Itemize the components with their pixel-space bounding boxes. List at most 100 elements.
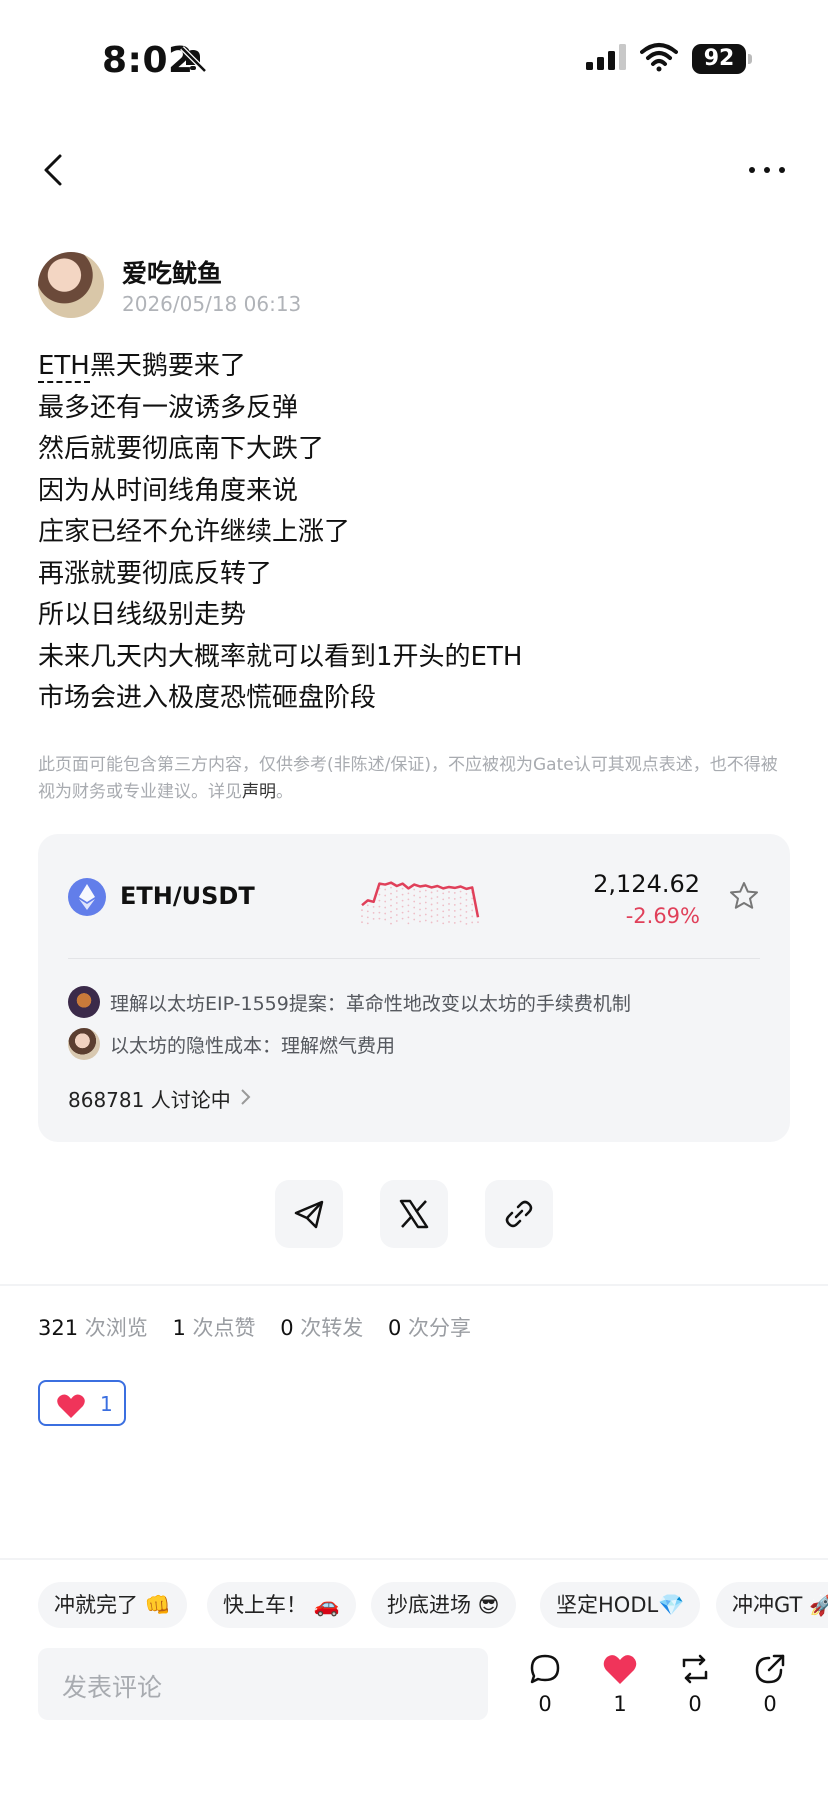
sparkline-fill-dot xyxy=(448,909,450,911)
sparkline-fill-dot xyxy=(384,900,387,903)
sparkline-fill-dot xyxy=(378,899,381,902)
sparkline-fill-dot xyxy=(413,888,416,891)
comment-placeholder: 发表评论 xyxy=(62,1673,163,1702)
quick-reply-chip[interactable]: 抄底进场 😎 xyxy=(371,1582,516,1628)
copy-link-button[interactable] xyxy=(485,1180,553,1248)
like-action[interactable]: 1 xyxy=(595,1652,645,1732)
back-icon[interactable] xyxy=(34,150,74,190)
share-telegram-button[interactable] xyxy=(275,1180,343,1248)
link-icon xyxy=(505,1200,533,1228)
sparkline-fill-dot xyxy=(395,896,398,898)
reposts-count: 0 xyxy=(280,1316,294,1340)
sparkline-fill-dot xyxy=(413,918,416,921)
sparkline-fill-dot xyxy=(395,908,398,910)
topic-title: 以太坊的隐性成本：理解燃气费用 xyxy=(110,1035,396,1057)
sparkline-fill-dot xyxy=(419,908,421,911)
author-header[interactable]: 爱吃鱿鱼 2026/05/18 06:13 xyxy=(38,252,798,320)
sparkline-fill-dot xyxy=(453,922,456,924)
share-x-button[interactable] xyxy=(380,1180,448,1248)
share-arrow-icon xyxy=(755,1654,785,1684)
heart-filled-icon xyxy=(603,1655,637,1684)
sparkline-fill-dot xyxy=(401,893,404,896)
likes-count: 1 xyxy=(172,1316,186,1340)
sparkline-fill-dot xyxy=(471,909,474,912)
sparkline-fill-dot xyxy=(424,913,427,916)
repost-action[interactable]: 0 xyxy=(670,1652,720,1732)
sparkline-fill-dot xyxy=(430,897,433,900)
like-chip-count: 1 xyxy=(100,1392,113,1416)
sparkline-fill-dot xyxy=(436,890,439,892)
sparkline-fill-dot xyxy=(378,893,381,896)
sparkline-fill-dot xyxy=(413,900,416,903)
sparkline-fill-dot xyxy=(459,896,462,899)
sparkline-fill-dot xyxy=(477,921,479,924)
sparkline-fill-dot xyxy=(407,904,410,907)
like-reaction-chip[interactable]: 1 xyxy=(38,1380,126,1426)
comment-action[interactable]: 0 xyxy=(520,1652,570,1732)
market-card[interactable]: ETH/USDT 2,124.62 -2.69% 理解以太坊EIP-1559提案… xyxy=(38,834,790,1142)
post-line-text: 黑天鹅要来了 xyxy=(89,351,246,381)
chevron-right-icon xyxy=(241,1089,251,1105)
sparkline-fill-dot xyxy=(407,922,410,925)
share-count: 0 xyxy=(763,1692,777,1716)
sparkline-fill-dot xyxy=(424,907,427,910)
sparkline-fill-dot xyxy=(471,921,474,924)
avatar[interactable] xyxy=(38,252,104,318)
more-icon[interactable] xyxy=(746,150,788,190)
sparkline-fill-dot xyxy=(384,918,387,921)
repost-count: 0 xyxy=(688,1692,702,1716)
favorite-star-icon[interactable] xyxy=(728,880,760,912)
sparkline-fill-dot xyxy=(436,902,439,904)
discussion-count[interactable]: 868781 人讨论中 xyxy=(68,1084,231,1113)
sparkline-fill-dot xyxy=(442,892,445,895)
sparkline-fill-dot xyxy=(413,912,416,915)
share-action[interactable]: 0 xyxy=(745,1652,795,1732)
market-pair: ETH/USDT xyxy=(120,882,255,910)
sparkline-fill-dot xyxy=(453,910,456,912)
sparkline-fill-dot xyxy=(465,904,468,907)
post-line: 因为从时间线角度来说 xyxy=(38,475,299,506)
sparkline-fill-dot xyxy=(378,917,381,920)
sparkline-fill-dot xyxy=(465,916,468,919)
post-line: 然后就要彻底南下大跌了 xyxy=(38,434,325,464)
wifi-icon xyxy=(640,43,678,72)
market-price: 2,124.62 xyxy=(593,870,700,898)
sparkline-fill-dot xyxy=(465,898,468,901)
sparkline-fill-dot xyxy=(424,889,427,892)
sparkline-fill-dot xyxy=(401,905,404,908)
sparkline-fill-dot xyxy=(390,922,392,925)
sparkline-fill-dot xyxy=(419,920,421,923)
eth-tag-link[interactable]: ETH xyxy=(38,351,90,383)
status-bar: 8:02 92 xyxy=(0,0,828,120)
sparkline-fill-dot xyxy=(453,892,456,894)
sparkline-fill-dot xyxy=(390,892,392,895)
author-name[interactable]: 爱吃鱿鱼 xyxy=(122,254,222,290)
quick-reply-chip[interactable]: 快上车！ 🚗 xyxy=(207,1582,356,1628)
quick-reply-row: 冲就完了 👊 快上车！ 🚗 抄底进场 😎 坚定HODL💎 冲冲GT 🚀 xyxy=(0,1582,828,1628)
disclaimer-end: 。 xyxy=(276,782,293,802)
top-nav xyxy=(0,140,828,200)
sparkline-fill-dot xyxy=(395,914,398,916)
shares-label: 次分享 xyxy=(408,1316,472,1340)
sparkline-fill-dot xyxy=(366,922,369,925)
sparkline-fill-dot xyxy=(361,921,363,924)
repost-icon xyxy=(682,1654,708,1684)
quick-reply-chip[interactable]: 坚定HODL💎 xyxy=(540,1582,701,1628)
price-sparkline xyxy=(361,881,480,925)
disclaimer-link[interactable]: 声明 xyxy=(242,782,276,802)
sparkline-fill-dot xyxy=(442,916,445,919)
sparkline-fill-dot xyxy=(413,906,416,909)
quick-reply-chip[interactable]: 冲冲GT 🚀 xyxy=(716,1582,828,1628)
post-stats: 321 次浏览 1 次点赞 0 次转发 0 次分享 xyxy=(38,1312,489,1342)
sparkline-fill-dot xyxy=(390,916,392,919)
likes-label: 次点赞 xyxy=(192,1316,256,1340)
topic-avatar xyxy=(68,986,100,1018)
sparkline-fill-dot xyxy=(384,912,387,915)
topic-title: 理解以太坊EIP-1559提案：革命性地改变以太坊的手续费机制 xyxy=(110,993,631,1015)
quick-reply-chip[interactable]: 冲就完了 👊 xyxy=(38,1582,187,1628)
bell-muted-icon xyxy=(180,46,207,73)
sparkline-fill-dot xyxy=(471,897,474,900)
sparkline-fill-dot xyxy=(361,909,363,912)
comment-input[interactable]: 发表评论 xyxy=(38,1648,488,1720)
sparkline-fill-dot xyxy=(366,910,369,913)
